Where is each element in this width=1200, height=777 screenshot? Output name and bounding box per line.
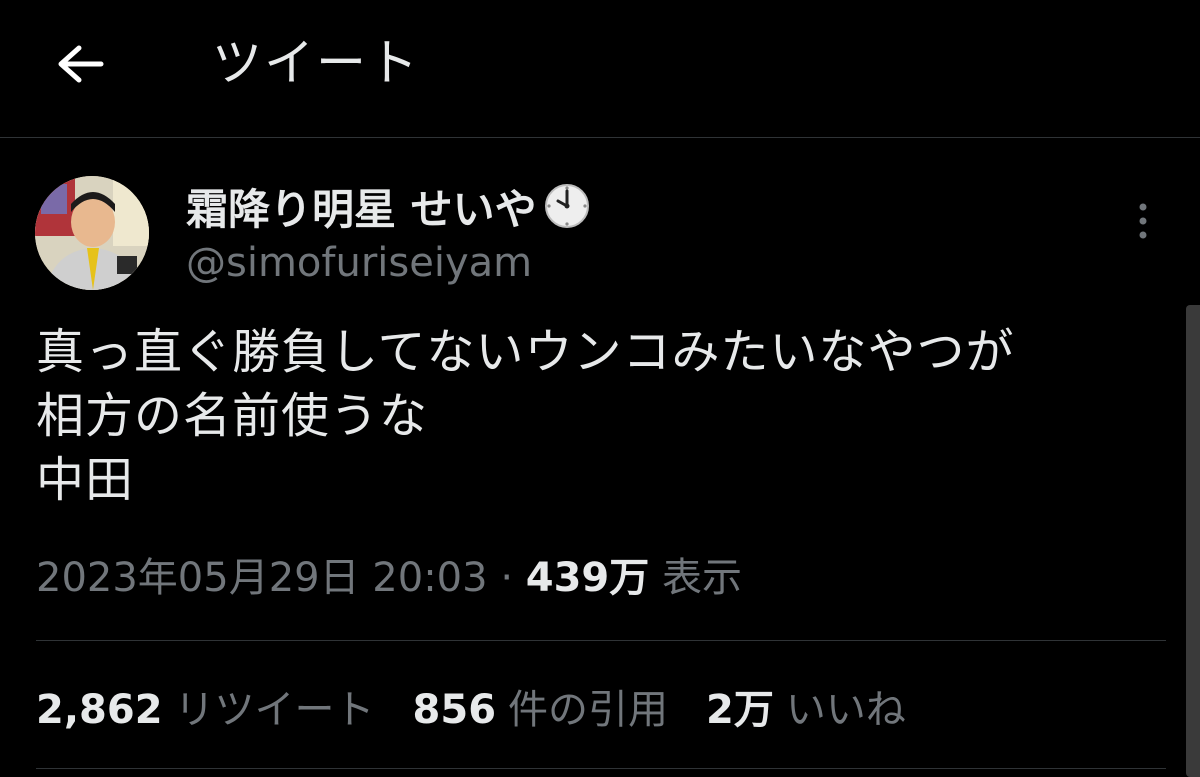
quotes-stat[interactable]: 856 件の引用 xyxy=(413,684,669,736)
views-label: 表示 xyxy=(661,555,742,601)
engagement-stats: 2,862 リツイート 856 件の引用 2万 いいね xyxy=(36,684,944,736)
avatar[interactable] xyxy=(35,176,149,290)
more-vertical-icon xyxy=(1139,203,1147,239)
author-name-row[interactable]: 霜降り明星 せいや xyxy=(186,178,591,234)
likes-stat[interactable]: 2万 いいね xyxy=(706,684,906,736)
top-bar: ツイート xyxy=(0,0,1200,138)
back-button[interactable] xyxy=(50,36,110,92)
tweet-body: 真っ直ぐ勝負してないウンコみたいなやつが 相方の名前使うな 中田 xyxy=(36,320,1156,512)
clock-ten-oclock-icon xyxy=(544,184,589,228)
avatar-photo xyxy=(35,176,149,290)
tweet-text-line: 相方の名前使うな xyxy=(36,388,429,444)
views-count: 439万 xyxy=(525,555,650,601)
author-handle[interactable]: @simofuriseiyam xyxy=(186,238,532,288)
quotes-label: 件の引用 xyxy=(508,687,669,733)
author-display-name[interactable]: 霜降り明星 せいや xyxy=(186,176,537,237)
arrow-left-icon xyxy=(58,45,104,83)
more-options-button[interactable] xyxy=(1128,198,1158,244)
retweets-stat[interactable]: 2,862 リツイート xyxy=(36,684,375,736)
tweet-meta: 2023年05月29日 20:03 · 439万 表示 xyxy=(36,552,742,604)
retweets-label: リツイート xyxy=(174,687,375,733)
divider xyxy=(36,768,1166,769)
scrollbar[interactable] xyxy=(1186,305,1200,777)
quotes-count: 856 xyxy=(412,687,497,733)
tweet-text-line: 真っ直ぐ勝負してないウンコみたいなやつが xyxy=(36,324,1015,380)
retweets-count: 2,862 xyxy=(36,687,163,733)
tweet-text-line: 中田 xyxy=(36,452,135,508)
likes-label: いいね xyxy=(785,687,906,733)
divider xyxy=(36,640,1166,641)
page-title: ツイート xyxy=(212,34,420,92)
likes-count: 2万 xyxy=(706,687,774,733)
tweet-timestamp[interactable]: 2023年05月29日 20:03 xyxy=(36,555,488,601)
meta-separator: · xyxy=(500,555,526,601)
